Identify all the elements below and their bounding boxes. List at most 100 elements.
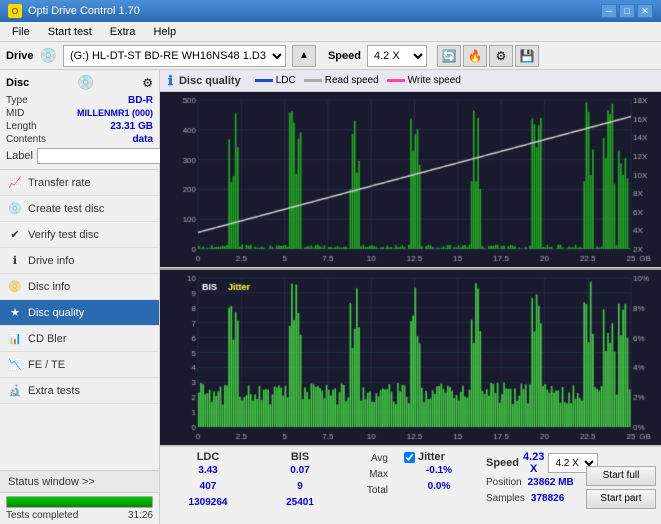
disc-quality-label: Disc quality — [28, 307, 84, 319]
disc-panel: Disc 💿 ⚙ Type BD-R MID MILLENMR1 (000) L… — [0, 70, 159, 170]
type-value: BD-R — [128, 95, 153, 106]
length-label: Length — [6, 121, 37, 132]
disc-panel-title: Disc — [6, 77, 29, 89]
disc-label-input[interactable] — [37, 148, 175, 164]
speed-label: Speed — [328, 50, 361, 62]
transfer-rate-label: Transfer rate — [28, 177, 91, 189]
avg-label: Avg — [371, 453, 388, 467]
type-label: Type — [6, 95, 28, 106]
progress-time: 31:26 — [128, 510, 153, 521]
progress-bar-container — [6, 496, 153, 508]
nav-items: 📈 Transfer rate 💿 Create test disc ✔ Ver… — [0, 170, 159, 470]
bis-avg: 0.07 — [290, 465, 309, 479]
maximize-button[interactable]: □ — [619, 4, 635, 18]
menu-start-test[interactable]: Start test — [40, 24, 100, 40]
drive-bar: Drive 💿 (G:) HL-DT-ST BD-RE WH16NS48 1.D… — [0, 42, 661, 70]
fe-te-icon: 📉 — [8, 358, 22, 372]
mid-value: MILLENMR1 (000) — [77, 108, 153, 119]
bis-chart-wrapper — [160, 268, 661, 446]
samples-label: Samples — [486, 493, 525, 507]
start-full-button[interactable]: Start full — [586, 466, 656, 486]
drive-icon: 💿 — [40, 47, 57, 64]
bis-header: BIS — [260, 451, 340, 463]
menu-help[interactable]: Help — [145, 24, 184, 40]
charts-area — [160, 92, 661, 446]
mid-label: MID — [6, 108, 24, 119]
refresh-button[interactable]: 🔄 — [437, 45, 461, 67]
content-area: ℹ Disc quality LDC Read speed Write spee… — [160, 70, 661, 524]
sidebar-item-fe-te[interactable]: 📉 FE / TE — [0, 352, 159, 378]
jitter-checkbox[interactable] — [404, 452, 415, 463]
speed-stat-label: Speed — [486, 457, 519, 469]
ldc-avg: 3.43 — [198, 465, 217, 479]
chart-title: Disc quality — [179, 75, 241, 87]
chart-header: ℹ Disc quality LDC Read speed Write spee… — [160, 70, 661, 92]
stats-col-ldc: LDC 3.43 407 1309264 — [168, 451, 248, 523]
read-speed-legend-color — [304, 79, 322, 82]
position-label: Position — [486, 477, 522, 491]
sidebar-item-extra-tests[interactable]: 🔬 Extra tests — [0, 378, 159, 404]
extra-tests-label: Extra tests — [28, 385, 80, 397]
sidebar-item-create-test-disc[interactable]: 💿 Create test disc — [0, 196, 159, 222]
stats-row-labels: Avg Max Total — [352, 451, 392, 523]
start-part-button[interactable]: Start part — [586, 489, 656, 509]
progress-bar-fill — [7, 497, 152, 507]
disc-icon: 💿 — [77, 74, 94, 91]
sidebar-item-verify-test-disc[interactable]: ✔ Verify test disc — [0, 222, 159, 248]
settings-button[interactable]: ⚙ — [489, 45, 513, 67]
length-value: 23.31 GB — [110, 121, 153, 132]
stats-col-jitter: Jitter -0.1% 0.0% — [404, 451, 474, 523]
sidebar-item-disc-info[interactable]: 📀 Disc info — [0, 274, 159, 300]
extra-tests-icon: 🔬 — [8, 384, 22, 398]
write-speed-legend-color — [387, 79, 405, 82]
menu-extra[interactable]: Extra — [102, 24, 144, 40]
read-speed-legend-label: Read speed — [325, 75, 379, 86]
stats-col-bis: BIS 0.07 9 25401 — [260, 451, 340, 523]
ldc-legend-color — [255, 79, 273, 82]
stats-area: LDC 3.43 407 1309264 BIS 0.07 9 25401 Av… — [160, 446, 661, 524]
progress-area: Tests completed 31:26 — [0, 493, 159, 524]
transfer-rate-icon: 📈 — [8, 176, 22, 190]
bis-max: 9 — [297, 481, 303, 495]
ldc-max: 407 — [200, 481, 217, 495]
save-button[interactable]: 💾 — [515, 45, 539, 67]
buttons-col: Start full Start part — [586, 451, 656, 523]
menu-file[interactable]: File — [4, 24, 38, 40]
sidebar-item-cd-bler[interactable]: 📊 CD Bler — [0, 326, 159, 352]
stats-col-speed: Speed 4.23 X 4.2 X Position 23862 MB Sam… — [486, 451, 586, 523]
sidebar-item-disc-quality[interactable]: ★ Disc quality — [0, 300, 159, 326]
contents-label: Contents — [6, 134, 46, 145]
title-bar: O Opti Drive Control 1.70 ─ □ ✕ — [0, 0, 661, 22]
speed-select[interactable]: 4.2 X — [367, 45, 427, 67]
ldc-chart-wrapper — [160, 92, 661, 268]
status-window-button[interactable]: Status window >> — [0, 471, 159, 493]
contents-value: data — [132, 134, 153, 145]
chart-title-icon: ℹ — [168, 73, 173, 89]
cd-bler-icon: 📊 — [8, 332, 22, 346]
drive-label: Drive — [6, 50, 34, 62]
menu-bar: File Start test Extra Help — [0, 22, 661, 42]
minimize-button[interactable]: ─ — [601, 4, 617, 18]
verify-test-disc-icon: ✔ — [8, 228, 22, 242]
jitter-avg: -0.1% — [426, 465, 452, 479]
sidebar-item-drive-info[interactable]: ℹ Drive info — [0, 248, 159, 274]
status-window-label: Status window >> — [8, 476, 95, 488]
fe-te-label: FE / TE — [28, 359, 65, 371]
create-test-disc-label: Create test disc — [28, 203, 104, 215]
app-title: Opti Drive Control 1.70 — [28, 5, 140, 17]
samples-val: 378826 — [531, 493, 564, 507]
burn-button[interactable]: 🔥 — [463, 45, 487, 67]
disc-settings-icon: ⚙ — [142, 76, 153, 90]
disc-quality-icon: ★ — [8, 306, 22, 320]
jitter-header: Jitter — [418, 451, 445, 463]
drive-select[interactable]: (G:) HL-DT-ST BD-RE WH16NS48 1.D3 — [63, 45, 286, 67]
close-button[interactable]: ✕ — [637, 4, 653, 18]
sidebar-item-transfer-rate[interactable]: 📈 Transfer rate — [0, 170, 159, 196]
ldc-total: 1309264 — [189, 497, 228, 511]
drive-info-icon: ℹ — [8, 254, 22, 268]
speed-stat-val: 4.23 X — [523, 451, 544, 475]
eject-button[interactable]: ▲ — [292, 45, 316, 67]
disc-info-icon: 📀 — [8, 280, 22, 294]
verify-test-disc-label: Verify test disc — [28, 229, 99, 241]
cd-bler-label: CD Bler — [28, 333, 67, 345]
